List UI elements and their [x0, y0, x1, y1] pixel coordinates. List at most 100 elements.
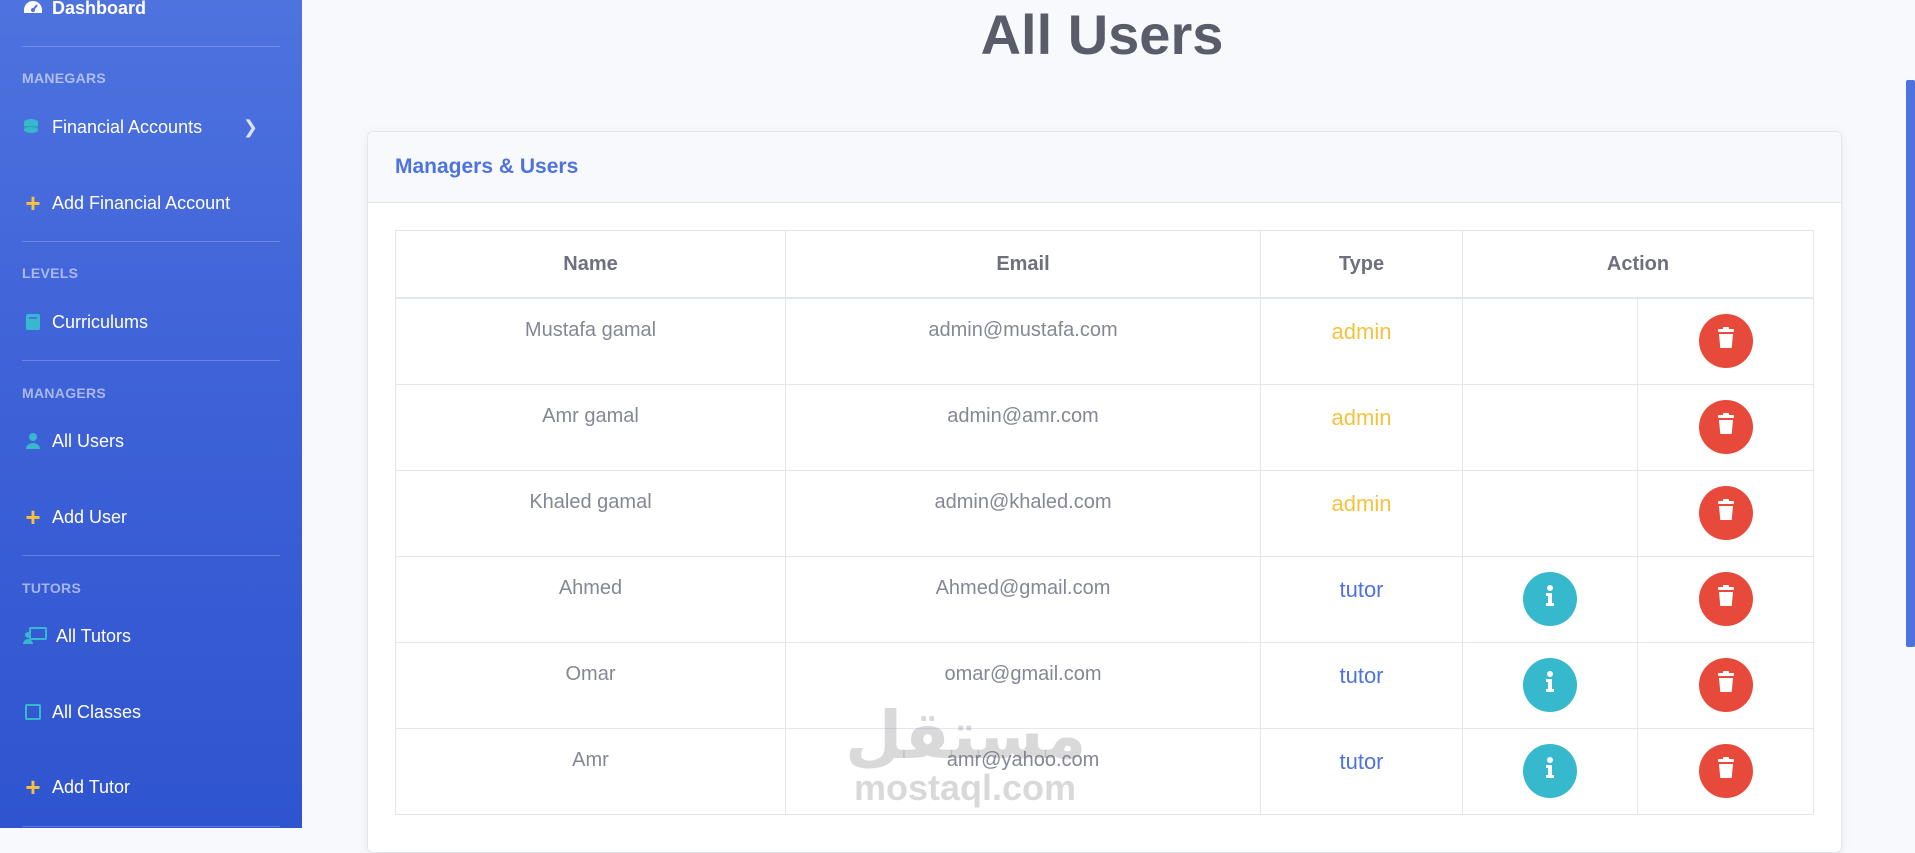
square-icon	[22, 701, 44, 723]
table-row: Ahmed Ahmed@gmail.com tutor	[395, 555, 1814, 643]
table-row: Mustafa gamal admin@mustafa.com admin	[395, 297, 1814, 385]
cell-email: admin@mustafa.com	[785, 297, 1261, 385]
cell-name: Omar	[395, 641, 786, 729]
cell-delete-action	[1637, 555, 1814, 643]
plus-icon: +	[25, 502, 41, 532]
cell-type: admin	[1260, 469, 1463, 557]
sidebar-heading: MANEGARS	[22, 70, 107, 86]
cell-name: Amr gamal	[395, 383, 786, 471]
sidebar-item-add-financial-account[interactable]: + Add Financial Account	[22, 188, 231, 218]
sidebar-item-label: Add Financial Account	[52, 192, 231, 213]
delete-button[interactable]	[1698, 657, 1753, 712]
info-icon	[1544, 756, 1556, 785]
plus-icon: +	[25, 188, 41, 218]
sidebar-divider	[22, 46, 280, 47]
sidebar-item-label: All Users	[52, 430, 125, 451]
cell-type: admin	[1260, 383, 1463, 471]
delete-button[interactable]	[1698, 743, 1753, 798]
cell-info-action	[1462, 297, 1638, 385]
page-title: All Users	[980, 3, 1224, 66]
table-row: Amr gamal admin@amr.com admin	[395, 383, 1814, 471]
watermark-latin: mostaql.com	[853, 767, 1077, 808]
table-row: Omar omar@gmail.com tutor	[395, 641, 1814, 729]
sidebar-item-label: Curriculums	[52, 311, 149, 332]
cell-email: Ahmed@gmail.com	[785, 555, 1261, 643]
column-header-type: Type	[1260, 230, 1463, 299]
scrollbar[interactable]	[1906, 80, 1915, 647]
delete-button[interactable]	[1698, 571, 1753, 626]
table-row: Khaled gamal admin@khaled.com admin	[395, 469, 1814, 557]
cell-delete-action	[1637, 383, 1814, 471]
sidebar-item-curriculums[interactable]: Curriculums	[22, 311, 148, 333]
delete-button[interactable]	[1698, 399, 1753, 454]
book-icon	[22, 311, 44, 333]
sidebar-divider	[22, 241, 280, 242]
sidebar-item-label: Financial Accounts	[52, 116, 203, 137]
sidebar-heading: TUTORS	[22, 580, 82, 596]
sidebar-item-dashboard[interactable]: Dashboard	[22, 0, 146, 19]
chalkboard-teacher-icon	[22, 625, 48, 647]
cell-info-action	[1462, 469, 1638, 557]
sidebar-item-label: All Classes	[52, 701, 142, 722]
cell-email: admin@khaled.com	[785, 469, 1261, 557]
delete-button[interactable]	[1698, 485, 1753, 540]
trash-icon	[1716, 756, 1736, 785]
column-header-email: Email	[785, 230, 1261, 299]
cell-type: tutor	[1260, 641, 1463, 729]
cell-name: Khaled gamal	[395, 469, 786, 557]
cell-type: tutor	[1260, 727, 1463, 815]
card-title: Managers & Users	[368, 132, 1841, 203]
cell-delete-action	[1637, 469, 1814, 557]
sidebar-item-add-tutor[interactable]: + Add Tutor	[22, 774, 131, 800]
column-header-action: Action	[1462, 230, 1814, 299]
cell-name: Mustafa gamal	[395, 297, 786, 385]
sidebar-item-label: Add User	[52, 506, 128, 527]
trash-icon	[1716, 412, 1736, 441]
trash-icon	[1716, 670, 1736, 699]
sidebar-item-label: All Tutors	[56, 625, 132, 646]
trash-icon	[1716, 584, 1736, 613]
cell-info-action	[1462, 383, 1638, 471]
table-header-row: Name Email Type Action	[395, 230, 1814, 299]
cell-delete-action	[1637, 727, 1814, 815]
user-tie-icon	[22, 430, 44, 452]
sidebar-divider	[22, 360, 280, 361]
watermark-arabic: مستقل	[845, 698, 1087, 772]
info-button[interactable]	[1523, 571, 1577, 626]
sidebar-item-label: Add Tutor	[52, 776, 131, 797]
trash-icon	[1716, 326, 1736, 355]
column-header-name: Name	[395, 230, 786, 299]
cell-info-action	[1462, 727, 1638, 815]
watermark: مستقل mostaql.com	[845, 698, 1087, 808]
sidebar-divider	[22, 826, 280, 827]
info-icon	[1544, 584, 1556, 613]
sidebar: Dashboard MANEGARS Financial Accounts ❯ …	[0, 0, 302, 828]
sidebar-item-add-user[interactable]: + Add User	[22, 502, 128, 532]
cell-type: tutor	[1260, 555, 1463, 643]
tachometer-icon	[22, 0, 44, 19]
sidebar-item-all-classes[interactable]: All Classes	[22, 701, 141, 723]
cell-name: Ahmed	[395, 555, 786, 643]
delete-button[interactable]	[1698, 313, 1753, 368]
info-icon	[1544, 670, 1556, 699]
cell-delete-action	[1637, 297, 1814, 385]
sidebar-item-all-tutors[interactable]: All Tutors	[22, 625, 131, 647]
sidebar-item-financial-accounts[interactable]: Financial Accounts ❯	[22, 116, 280, 138]
cell-info-action	[1462, 555, 1638, 643]
cell-type: admin	[1260, 297, 1463, 385]
cell-name: Amr	[395, 727, 786, 815]
cell-info-action	[1462, 641, 1638, 729]
sidebar-item-all-users[interactable]: All Users	[22, 430, 124, 452]
sidebar-heading: MANAGERS	[22, 385, 107, 401]
info-button[interactable]	[1523, 657, 1577, 712]
trash-icon	[1716, 498, 1736, 527]
users-card: Managers & Users Name Email Type Action …	[367, 131, 1842, 853]
chevron-right-icon: ❯	[242, 116, 258, 137]
table-row: Amr amr@yahoo.com tutor	[395, 727, 1814, 815]
sidebar-item-label: Dashboard	[52, 0, 147, 18]
sidebar-heading: LEVELS	[22, 265, 79, 281]
info-button[interactable]	[1523, 743, 1577, 798]
users-table: Name Email Type Action Mustafa gamal admi…	[395, 230, 1814, 815]
sidebar-divider	[22, 555, 280, 556]
cell-email: admin@amr.com	[785, 383, 1261, 471]
